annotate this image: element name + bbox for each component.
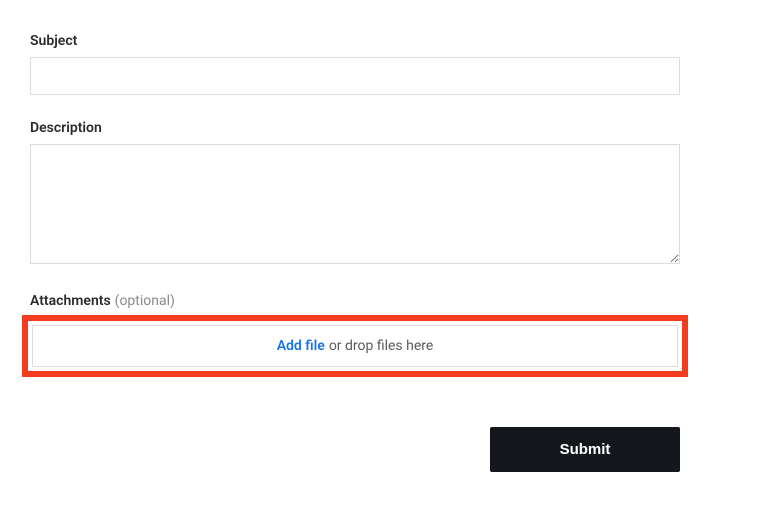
subject-group: Subject — [30, 30, 680, 95]
submit-button[interactable]: Submit — [490, 427, 680, 472]
submit-row: Submit — [30, 427, 680, 472]
attachments-label-row: Attachments (optional) — [30, 290, 680, 317]
drop-files-text: or drop files here — [329, 338, 433, 354]
attachments-dropzone[interactable]: Add file or drop files here — [32, 325, 678, 367]
description-group: Description — [30, 117, 680, 268]
attachments-label: Attachments — [30, 293, 111, 309]
description-label: Description — [30, 120, 102, 136]
subject-label: Subject — [30, 33, 77, 49]
description-textarea[interactable] — [30, 144, 680, 264]
add-file-link[interactable]: Add file — [277, 338, 325, 354]
subject-input[interactable] — [30, 57, 680, 95]
attachments-highlight: Add file or drop files here — [22, 315, 688, 377]
attachments-group: Attachments (optional) Add file or drop … — [30, 290, 680, 377]
form-container: Subject Description Attachments (optiona… — [0, 0, 710, 502]
attachments-optional: (optional) — [115, 293, 175, 309]
